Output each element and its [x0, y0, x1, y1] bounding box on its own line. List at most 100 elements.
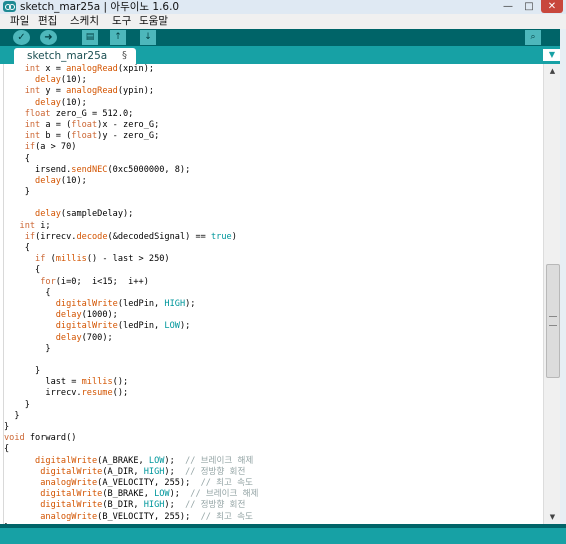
verify-button[interactable]: ✓ — [13, 30, 30, 45]
code-line[interactable]: digitalWrite(ledPin, LOW); — [4, 321, 258, 332]
code-line[interactable]: int x = analogRead(xpin); — [4, 64, 258, 75]
code-line[interactable]: { — [4, 265, 258, 276]
code-token: for — [40, 276, 56, 287]
code-line[interactable]: } — [4, 411, 258, 422]
code-line[interactable]: digitalWrite(B_BRAKE, LOW); // 브레이크 해제 — [4, 489, 258, 500]
code-line[interactable]: int y = analogRead(ypin); — [4, 86, 258, 97]
code-token: } — [4, 187, 30, 198]
upload-button[interactable]: ➜ — [40, 30, 57, 45]
code-token: if — [24, 142, 36, 153]
title-bar: sketch_mar25a | 아두이노 1.6.0 — □ ✕ — [0, 0, 566, 15]
code-line[interactable] — [4, 355, 258, 366]
code-line[interactable]: digitalWrite(ledPin, HIGH); — [4, 299, 258, 310]
close-button[interactable]: ✕ — [541, 0, 563, 13]
code-editor[interactable]: int x = analogRead(xpin); delay(10); int… — [3, 64, 544, 524]
code-line[interactable]: analogWrite(B_VELOCITY, 255); // 최고 속도 — [4, 512, 258, 523]
code-token: HIGH — [143, 466, 165, 477]
code-text[interactable]: int x = analogRead(xpin); delay(10); int… — [4, 64, 258, 524]
modified-indicator: § — [122, 50, 127, 61]
menu-sketch[interactable]: 스케치 — [70, 14, 99, 29]
code-token: // 브레이크 해제 — [190, 489, 259, 500]
scroll-down-arrow[interactable]: ▼ — [544, 510, 561, 524]
code-line[interactable] — [4, 198, 258, 209]
code-line[interactable]: int a = (float)x - zero_G; — [4, 120, 258, 131]
code-token: irrecv. — [4, 388, 82, 399]
code-token: void — [4, 433, 25, 444]
code-line[interactable]: if(irrecv.decode(&decodedSignal) == true… — [4, 232, 258, 243]
code-token: digitalWrite — [55, 321, 118, 332]
code-token: HIGH — [164, 298, 186, 309]
code-line[interactable]: } — [4, 366, 258, 377]
code-token: LOW — [164, 321, 180, 332]
code-line[interactable]: for(i=0; i<15; i++) — [4, 277, 258, 288]
code-line[interactable]: int b = (float)y - zero_G; — [4, 131, 258, 142]
code-line[interactable]: digitalWrite(A_BRAKE, LOW); // 브레이크 해제 — [4, 456, 258, 467]
minimize-button[interactable]: — — [498, 0, 518, 13]
save-sketch-button[interactable]: ↓ — [140, 30, 156, 45]
code-line[interactable]: { — [4, 243, 258, 254]
code-line[interactable]: delay(10); — [4, 75, 258, 86]
menu-file[interactable]: 파일 — [10, 14, 29, 29]
arduino-ide-window: sketch_mar25a | 아두이노 1.6.0 — □ ✕ 파일 편집 스… — [0, 0, 566, 544]
code-line[interactable]: irrecv.resume(); — [4, 388, 258, 399]
code-line[interactable]: } — [4, 187, 258, 198]
code-token: resume — [81, 388, 113, 399]
code-token: { — [4, 287, 51, 298]
code-token: } — [4, 399, 30, 410]
code-line[interactable]: } — [4, 422, 258, 433]
serial-monitor-button[interactable]: ⌕ — [525, 30, 541, 45]
code-token: int — [24, 119, 41, 130]
code-line[interactable]: digitalWrite(B_DIR, HIGH); // 정방향 회전 — [4, 500, 258, 511]
code-line[interactable]: void forward() — [4, 433, 258, 444]
code-line[interactable]: if(a > 70) — [4, 142, 258, 153]
code-token: int — [24, 131, 41, 142]
code-token: delay — [55, 332, 82, 343]
code-line[interactable]: int i; — [4, 221, 258, 232]
code-token: analogRead — [66, 86, 118, 97]
menu-tools[interactable]: 도구 — [112, 14, 131, 29]
code-line[interactable]: { — [4, 444, 258, 455]
menu-help[interactable]: 도움말 — [139, 14, 168, 29]
open-sketch-button[interactable]: ↑ — [110, 30, 126, 45]
code-token: millis — [55, 254, 87, 265]
code-line[interactable]: } — [4, 400, 258, 411]
code-line[interactable]: analogWrite(A_VELOCITY, 255); // 최고 속도 — [4, 478, 258, 489]
new-sketch-button[interactable]: ▤ — [82, 30, 98, 45]
code-line[interactable]: } — [4, 344, 258, 355]
arduino-app-icon — [3, 1, 16, 12]
code-token: // 정방향 회전 — [185, 466, 246, 477]
code-token: { — [4, 265, 41, 276]
code-token: digitalWrite — [35, 455, 98, 466]
code-line[interactable]: float zero_G = 512.0; — [4, 109, 258, 120]
code-line[interactable]: last = millis(); — [4, 377, 258, 388]
menu-edit[interactable]: 편집 — [38, 14, 57, 29]
code-line[interactable]: { — [4, 288, 258, 299]
code-line[interactable]: digitalWrite(A_DIR, HIGH); // 정방향 회전 — [4, 467, 258, 478]
code-line[interactable]: delay(sampleDelay); — [4, 209, 258, 220]
scrollbar-thumb[interactable] — [546, 264, 560, 378]
code-token: (ypin); — [117, 86, 155, 97]
code-token: (0xc5000000, 8); — [107, 164, 191, 175]
code-token: analogRead — [66, 64, 118, 74]
tab-menu-button[interactable]: ▼ — [543, 49, 561, 61]
code-line[interactable]: delay(10); — [4, 98, 258, 109]
vertical-scrollbar[interactable]: ▲ ▼ — [543, 64, 561, 524]
tab-sketch[interactable]: sketch_mar25a § — [14, 48, 136, 64]
code-line[interactable]: delay(700); — [4, 333, 258, 344]
scroll-up-arrow[interactable]: ▲ — [544, 64, 561, 78]
maximize-button[interactable]: □ — [519, 0, 539, 13]
code-line[interactable]: { — [4, 154, 258, 165]
code-line[interactable]: if (millis() - last > 250) — [4, 254, 258, 265]
code-token: i; — [35, 220, 51, 231]
code-token: (A_DIR, — [102, 466, 144, 477]
code-line[interactable]: irsend.sendNEC(0xc5000000, 8); — [4, 165, 258, 176]
code-token: ); — [169, 489, 191, 500]
code-line[interactable]: delay(10); — [4, 176, 258, 187]
code-line[interactable]: delay(1000); — [4, 310, 258, 321]
code-token: // 최고 속도 — [200, 477, 253, 488]
